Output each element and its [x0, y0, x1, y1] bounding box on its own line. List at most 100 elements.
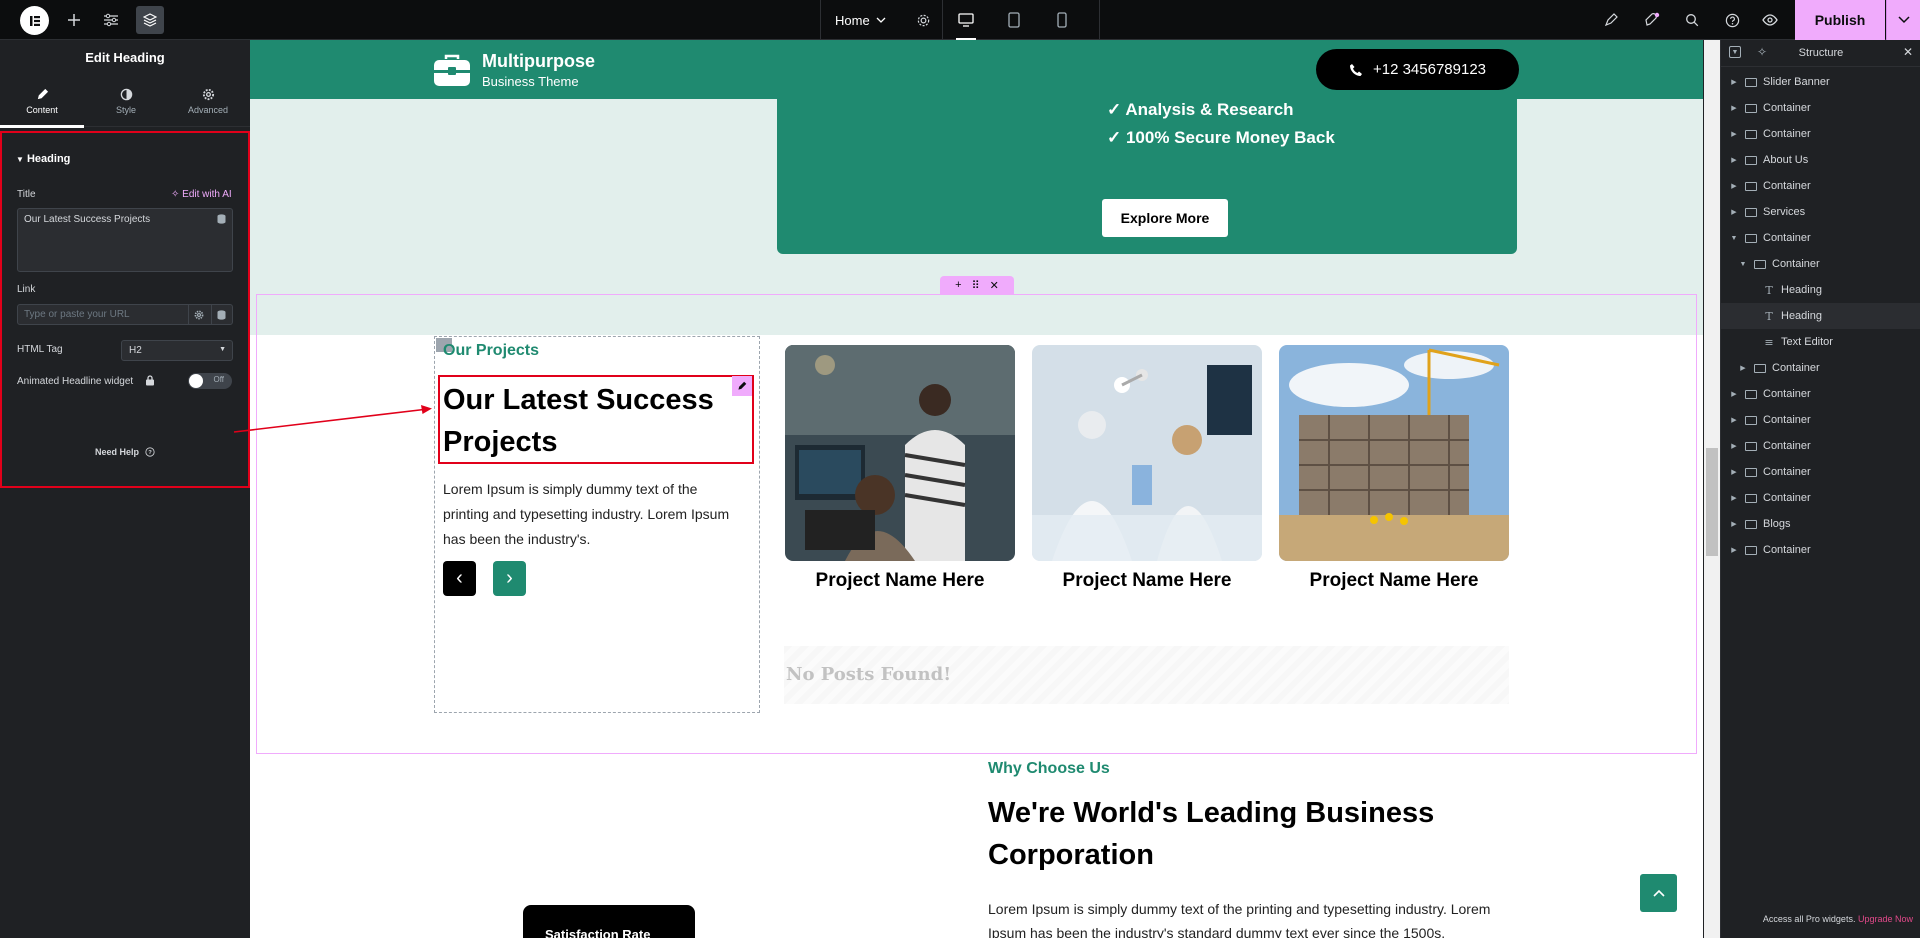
section-heading[interactable]: Our Latest Success Projects	[443, 379, 743, 463]
notes-pen-icon[interactable]	[1597, 6, 1625, 34]
caret-right-icon[interactable]: ▶	[1729, 156, 1739, 164]
caret-right-icon[interactable]: ▶	[1729, 390, 1739, 398]
phone-button[interactable]: +12 3456789123	[1316, 49, 1519, 90]
tab-content[interactable]: Content	[0, 75, 84, 128]
structure-item[interactable]: ▶ Container	[1721, 537, 1920, 563]
container-icon	[1754, 259, 1766, 269]
caret-right-icon[interactable]: ▶	[1729, 208, 1739, 216]
dynamic-tags-icon[interactable]	[211, 209, 231, 229]
structure-item[interactable]: ▼ Container	[1721, 251, 1920, 277]
structure-item[interactable]: ▶ Container	[1721, 485, 1920, 511]
contrast-icon	[120, 88, 132, 100]
project-title[interactable]: Project Name Here	[1032, 570, 1262, 592]
upgrade-link[interactable]: Upgrade Now	[1858, 914, 1913, 924]
structure-item[interactable]: ▶ Services	[1721, 199, 1920, 225]
caret-right-icon[interactable]: ▶	[1729, 520, 1739, 528]
page-name: Home	[835, 12, 870, 28]
edit-with-ai-link[interactable]: ✧ Edit with AI	[171, 189, 232, 200]
caret-right-icon[interactable]: ▶	[1729, 78, 1739, 86]
whats-new-rocket-icon[interactable]	[1638, 6, 1666, 34]
caret-right-icon[interactable]: ▶	[1729, 104, 1739, 112]
canvas-scrollbar-thumb[interactable]	[1706, 448, 1718, 556]
page-selector[interactable]: Home	[820, 0, 931, 40]
help-icon[interactable]	[1718, 6, 1746, 34]
editor-canvas: Multipurpose Business Theme +12 34567891…	[250, 40, 1703, 938]
title-textarea[interactable]: Our Latest Success Projects	[17, 208, 233, 272]
carousel-prev-button[interactable]: ‹	[443, 561, 476, 596]
structure-item-label: Container	[1763, 128, 1811, 140]
tablet-icon[interactable]	[991, 0, 1037, 40]
caret-right-icon[interactable]: ▶	[1729, 494, 1739, 502]
add-element-icon[interactable]	[60, 6, 88, 34]
structure-item[interactable]: ▶ Container	[1721, 95, 1920, 121]
structure-item-label: Container	[1763, 492, 1811, 504]
tab-style[interactable]: Style	[84, 75, 168, 127]
carousel-next-button[interactable]: ›	[493, 561, 526, 596]
caret-right-icon[interactable]: ▶	[1738, 364, 1748, 372]
structure-item[interactable]: ▶ Container	[1721, 381, 1920, 407]
delete-section-icon[interactable]: ✕	[990, 279, 999, 292]
structure-item[interactable]: ▶ Container	[1721, 459, 1920, 485]
elementor-logo-icon[interactable]	[20, 6, 49, 35]
caret-right-icon[interactable]: ▶	[1729, 468, 1739, 476]
project-title[interactable]: Project Name Here	[1279, 570, 1509, 592]
project-image-office[interactable]	[785, 345, 1015, 561]
structure-item[interactable]: T Heading	[1721, 303, 1920, 329]
structure-item[interactable]: ▶ Slider Banner	[1721, 69, 1920, 95]
need-help-link[interactable]: Need Help ?	[95, 447, 155, 457]
project-image-construction[interactable]	[1279, 345, 1509, 561]
publish-options-chevron-icon[interactable]	[1886, 0, 1920, 40]
html-tag-select[interactable]: H2 ▼	[121, 340, 233, 361]
link-dynamic-tags-icon[interactable]	[211, 305, 231, 325]
link-options-gear-icon[interactable]	[188, 305, 208, 325]
toggle-knob	[189, 374, 203, 388]
structure-item[interactable]: T Heading	[1721, 277, 1920, 303]
drag-handle-icon[interactable]: ⠿	[972, 279, 980, 292]
structure-item-label: Container	[1763, 544, 1811, 556]
container-icon	[1745, 545, 1757, 555]
structure-item[interactable]: ▶ Container	[1721, 407, 1920, 433]
section-description[interactable]: Lorem Ipsum is simply dummy text of the …	[443, 477, 745, 552]
preview-eye-icon[interactable]	[1756, 6, 1784, 34]
container-icon	[1745, 441, 1757, 451]
caret-right-icon[interactable]: ▶	[1729, 182, 1739, 190]
structure-item[interactable]: ≡ Text Editor	[1721, 329, 1920, 355]
structure-item[interactable]: ▼ Container	[1721, 225, 1920, 251]
structure-item[interactable]: ▶ About Us	[1721, 147, 1920, 173]
site-settings-icon[interactable]	[97, 6, 125, 34]
scroll-to-top-button[interactable]	[1640, 874, 1677, 912]
structure-item[interactable]: ▶ Container	[1721, 433, 1920, 459]
project-image-laboratory[interactable]	[1032, 345, 1262, 561]
tab-advanced[interactable]: Advanced	[166, 75, 250, 127]
structure-item-label: About Us	[1763, 154, 1809, 166]
caret-right-icon[interactable]: ▶	[1729, 546, 1739, 554]
desktop-icon[interactable]	[943, 0, 989, 40]
caret-down-icon[interactable]: ▼	[1729, 235, 1739, 242]
section-toggle-heading[interactable]: ▼ Heading	[16, 153, 70, 165]
close-icon[interactable]: ✕	[1903, 45, 1913, 59]
structure-item[interactable]: ▶ Blogs	[1721, 511, 1920, 537]
caret-right-icon[interactable]: ▶	[1729, 442, 1739, 450]
mobile-icon[interactable]	[1039, 0, 1085, 40]
caret-down-icon[interactable]: ▼	[1738, 261, 1748, 268]
publish-button[interactable]: Publish	[1795, 0, 1885, 40]
html-tag-label: HTML Tag	[17, 344, 63, 355]
structure-item[interactable]: ▶ Container	[1721, 173, 1920, 199]
project-title[interactable]: Project Name Here	[785, 570, 1015, 592]
animated-headline-toggle[interactable]: Off	[188, 373, 232, 389]
structure-item-label: Services	[1763, 206, 1806, 218]
search-icon[interactable]	[1678, 6, 1706, 34]
caret-right-icon[interactable]: ▶	[1729, 416, 1739, 424]
structure-item[interactable]: ▶ Container	[1721, 121, 1920, 147]
structure-layers-icon[interactable]	[136, 6, 164, 34]
page-settings-gear-icon[interactable]	[916, 13, 931, 28]
structure-item-label: Container	[1763, 414, 1811, 426]
need-help-label: Need Help	[95, 447, 140, 457]
phone-number: +12 3456789123	[1372, 61, 1487, 78]
add-section-icon[interactable]: +	[955, 279, 961, 291]
ai-sparkle-icon: ✧	[171, 189, 180, 200]
structure-item[interactable]: ▶ Container	[1721, 355, 1920, 381]
explore-more-button[interactable]: Explore More	[1102, 199, 1228, 237]
section-eyebrow[interactable]: Our Projects	[443, 342, 539, 360]
caret-right-icon[interactable]: ▶	[1729, 130, 1739, 138]
